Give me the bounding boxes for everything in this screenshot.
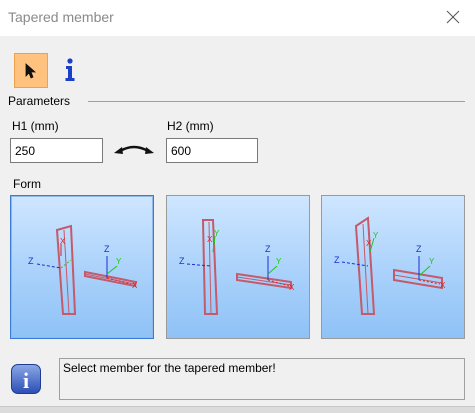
axis-y-label: Y (373, 231, 379, 240)
tapered-form-3-graphic: Y Z X Z Y X (334, 216, 446, 315)
axis-z-label: Z (179, 256, 185, 266)
axis-z-label: Z (416, 244, 422, 254)
status-message: Select member for the tapered member! (63, 361, 276, 375)
parameters-group-label: Parameters (8, 94, 71, 108)
status-message-box: Select member for the tapered member! (59, 358, 465, 400)
form-option-3[interactable]: Y Z X Z Y X (321, 195, 465, 339)
axis-x-label: X (289, 283, 295, 292)
axis-z-label: Z (265, 244, 271, 254)
tapered-form-1-graphic: X Z Z Y X (28, 224, 138, 315)
axis-x-label: X (60, 237, 66, 246)
info-button[interactable] (61, 57, 79, 83)
axis-y-label: Y (429, 257, 435, 266)
swap-arrow-icon[interactable] (113, 141, 155, 157)
axis-z-label: Z (104, 244, 110, 254)
form-label: Form (13, 177, 41, 191)
close-icon (446, 10, 460, 24)
cursor-arrow-icon (25, 63, 37, 79)
window-title: Tapered member (8, 9, 114, 25)
window-bottom-edge (0, 406, 475, 413)
title-bar: Tapered member (0, 0, 475, 36)
h2-input[interactable] (166, 138, 258, 163)
h2-label: H2 (mm) (167, 119, 214, 133)
axis-x-label: X (366, 239, 372, 248)
tapered-form-2-graphic: Y Z X Z Y X (179, 219, 295, 315)
axis-y-label: Y (116, 257, 122, 266)
form-option-1[interactable]: X Z Z Y X (10, 195, 154, 339)
axis-z-label: Z (28, 256, 34, 266)
select-tool-button[interactable] (14, 53, 48, 88)
axis-y-label: Y (214, 229, 220, 238)
h1-label: H1 (mm) (12, 119, 59, 133)
axis-x-label: X (132, 281, 138, 290)
info-icon (65, 58, 75, 81)
info-glyph: i (22, 368, 30, 393)
axis-x-label: X (207, 235, 213, 244)
axis-z-label: Z (334, 255, 340, 265)
group-divider (88, 101, 465, 102)
axis-x-label: X (440, 281, 446, 290)
close-button[interactable] (429, 0, 475, 36)
h1-input[interactable] (10, 138, 103, 163)
status-info-icon: i (11, 364, 41, 394)
form-option-2[interactable]: Y Z X Z Y X (166, 195, 310, 339)
axis-y-label: Y (276, 257, 282, 266)
